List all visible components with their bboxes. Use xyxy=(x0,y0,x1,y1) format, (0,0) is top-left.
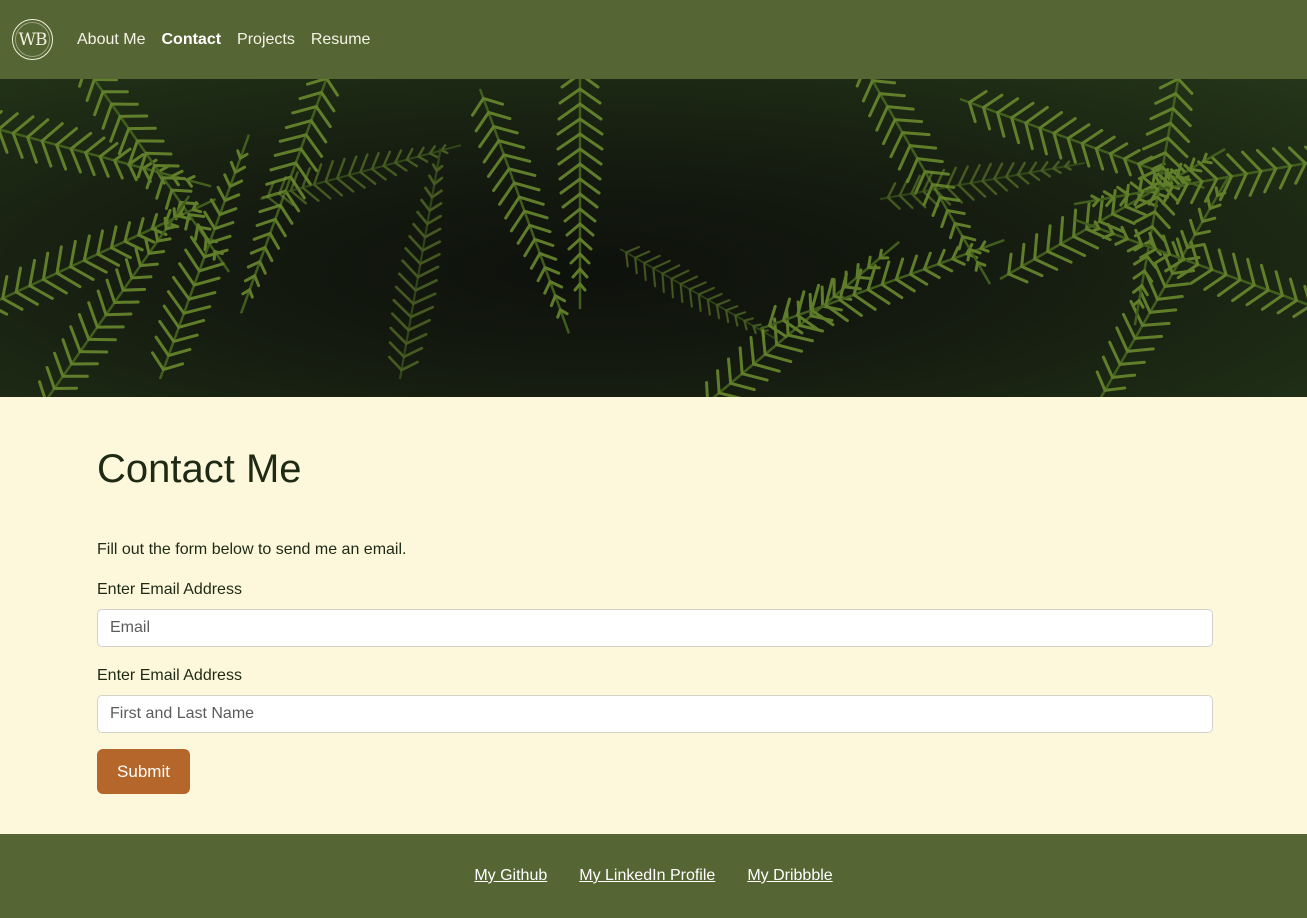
logo[interactable]: WB xyxy=(12,19,53,60)
nav-links: About Me Contact Projects Resume xyxy=(77,30,370,50)
nav-link-about-me[interactable]: About Me xyxy=(77,30,145,50)
submit-button[interactable]: Submit xyxy=(97,749,190,794)
email-label: Enter Email Address xyxy=(97,581,242,598)
navbar: WB About Me Contact Projects Resume xyxy=(0,0,1307,79)
footer-link-dribbble[interactable]: My Dribbble xyxy=(747,867,832,885)
fern-leaves-illustration xyxy=(0,79,1307,397)
name-label: Enter Email Address xyxy=(97,667,242,684)
nav-link-resume[interactable]: Resume xyxy=(311,30,371,50)
footer: My Github My LinkedIn Profile My Dribbbl… xyxy=(0,834,1307,918)
intro-text: Fill out the form below to send me an em… xyxy=(97,541,407,558)
page-title: Contact Me xyxy=(97,447,302,491)
nav-link-contact[interactable]: Contact xyxy=(161,30,221,50)
footer-link-linkedin[interactable]: My LinkedIn Profile xyxy=(579,867,715,885)
hero-fern-image xyxy=(0,79,1307,397)
footer-link-github[interactable]: My Github xyxy=(474,867,547,885)
name-input[interactable] xyxy=(97,695,1213,733)
email-input[interactable] xyxy=(97,609,1213,647)
nav-link-projects[interactable]: Projects xyxy=(237,30,295,50)
main-content: Contact Me Fill out the form below to se… xyxy=(0,397,1307,834)
contact-form: Enter Email Address Enter Email Address … xyxy=(97,581,1213,794)
